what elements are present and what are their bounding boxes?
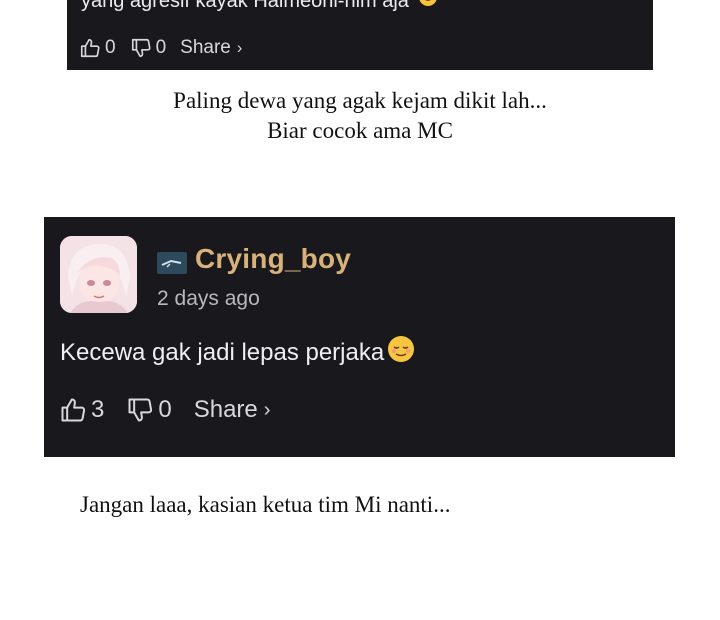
share-button[interactable]: Share ›: [194, 396, 271, 424]
relieved-face-emoji-icon: [387, 335, 415, 370]
thumbs-down-icon: [128, 398, 153, 422]
narration-line-2: Biar cocok ama MC: [267, 118, 453, 143]
username[interactable]: Crying_boy: [195, 243, 351, 275]
dislike-button[interactable]: 0: [126, 396, 172, 424]
chevron-right-icon: ›: [236, 38, 243, 57]
dislike-count: 0: [155, 37, 167, 58]
narration-top: Paling dewa yang agak kejam dikit lah...…: [0, 86, 720, 146]
comment-actions: 3 0 Share ›: [59, 392, 271, 428]
narration-bottom: Jangan laaa, kasian ketua tim Mi nanti..…: [80, 492, 451, 517]
thumbs-up-icon: [80, 38, 100, 58]
thumbs-up-icon: [61, 398, 86, 422]
share-label: Share: [180, 37, 231, 58]
like-button[interactable]: 3: [59, 396, 104, 424]
rank-badge-icon: [157, 252, 187, 274]
comment-actions: 0 0 Share ›: [79, 34, 242, 62]
like-count: 0: [105, 37, 116, 58]
like-count: 3: [91, 396, 105, 423]
comment-text: Kecewa gak jadi lepas perjaka: [60, 335, 415, 370]
comment-body: Kecewa gak jadi lepas perjaka: [60, 338, 385, 366]
share-label: Share: [193, 396, 258, 423]
narration-line-1: Paling dewa yang agak kejam dikit lah...: [173, 88, 547, 113]
like-button[interactable]: 0: [79, 37, 116, 59]
comment-card: Crying_boy 2 days ago Kecewa gak jadi le…: [44, 217, 675, 457]
dislike-button[interactable]: 0: [130, 37, 167, 59]
avatar[interactable]: [60, 236, 137, 313]
chevron-right-icon: ›: [263, 398, 271, 421]
laughing-emoji-icon: [418, 0, 438, 13]
dislike-count: 0: [158, 396, 172, 423]
comment-card-top: yang agresif kayak Halmeoni-nim aja 0 0 …: [67, 0, 653, 70]
comment-text-partial: yang agresif kayak Halmeoni-nim aja: [81, 0, 438, 13]
timestamp: 2 days ago: [157, 287, 260, 310]
share-button[interactable]: Share ›: [180, 37, 242, 59]
thumbs-down-icon: [131, 38, 151, 58]
